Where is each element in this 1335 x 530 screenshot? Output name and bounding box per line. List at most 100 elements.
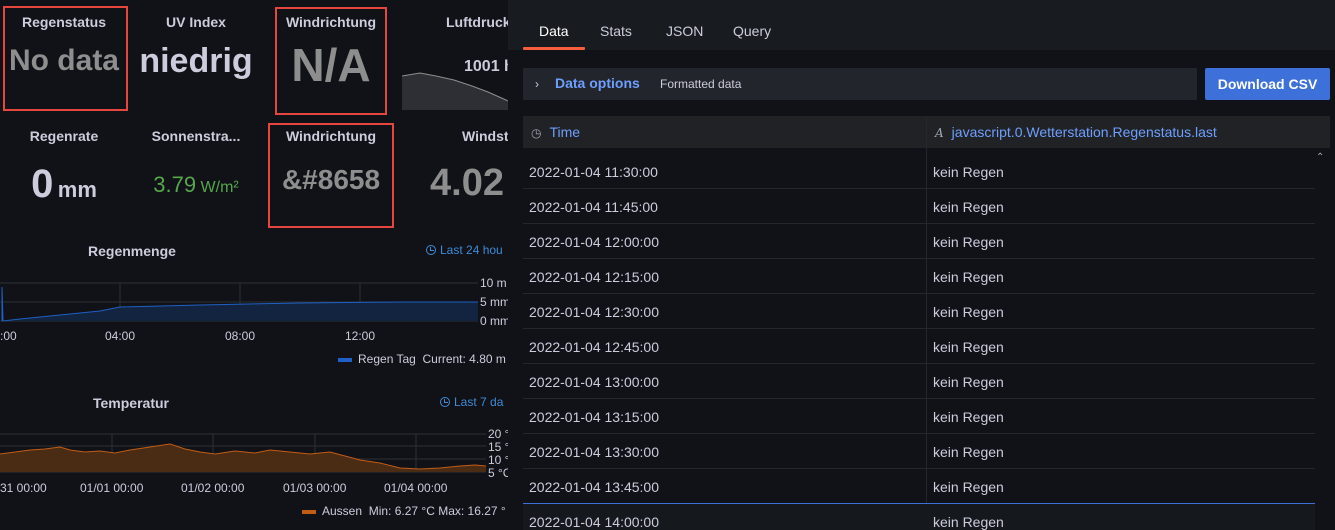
cell-value: kein Regen xyxy=(933,479,1004,495)
table-row[interactable]: 2022-01-04 13:30:00 kein Regen xyxy=(523,434,1315,469)
regenmenge-title: Regenmenge xyxy=(88,243,176,259)
legend-aussen[interactable]: Aussen Min: 6.27 °C Max: 16.27 ° xyxy=(302,504,506,518)
y-tick: 10 m xyxy=(480,276,507,290)
x-tick: 08:00 xyxy=(225,329,256,343)
stat-title: Windsta xyxy=(462,128,508,144)
cell-value: kein Regen xyxy=(933,164,1004,180)
stat-unit: mm xyxy=(57,177,97,202)
highlight-box xyxy=(3,6,128,111)
scroll-up-chevron-icon[interactable]: ⌃ xyxy=(1316,152,1324,163)
cell-value: kein Regen xyxy=(933,409,1004,425)
column-header-time[interactable]: ◷ Time xyxy=(531,124,580,140)
tab-query[interactable]: Query xyxy=(733,23,771,39)
x-tick: 01/04 00:00 xyxy=(384,481,448,495)
stat-windstaerke[interactable]: Windsta 4.02 xyxy=(420,122,508,205)
y-tick: 5 mm xyxy=(480,295,508,309)
table-row[interactable]: 2022-01-04 12:45:00 kein Regen xyxy=(523,329,1315,364)
legend-name: Regen Tag xyxy=(358,352,416,366)
stat-regenrate[interactable]: Regenrate 0 mm xyxy=(2,122,126,207)
time-range-label: Last 7 da xyxy=(454,395,504,409)
cell-time: 2022-01-04 11:45:00 xyxy=(529,199,658,215)
stat-title: Regenrate xyxy=(29,128,99,144)
cell-time: 2022-01-04 12:15:00 xyxy=(529,269,659,285)
stat-uv-index[interactable]: UV Index niedrig xyxy=(130,8,262,81)
legend-stats: Min: 6.27 °C Max: 16.27 ° xyxy=(368,504,506,518)
x-tick: 01/02 00:00 xyxy=(181,481,245,495)
x-tick: 31 00:00 xyxy=(0,481,47,495)
stat-sonnenstrahlung[interactable]: Sonnenstra... 3.79 W/m² xyxy=(130,122,262,198)
column-label: Time xyxy=(549,124,581,140)
y-tick: 10 ° xyxy=(488,453,508,467)
legend-swatch xyxy=(302,509,316,514)
table-row[interactable]: 2022-01-04 13:15:00 kein Regen xyxy=(523,399,1315,434)
highlight-box xyxy=(268,123,394,228)
legend-name: Aussen xyxy=(322,504,363,518)
table-row[interactable]: 2022-01-04 13:00:00 kein Regen xyxy=(523,364,1315,399)
legend-regen-tag[interactable]: Regen Tag Current: 4.80 m xyxy=(338,352,506,366)
legend-stats: Current: 4.80 m xyxy=(422,352,506,366)
temperatur-graph xyxy=(0,433,486,473)
stat-title: UV Index xyxy=(166,14,226,30)
cell-time: 2022-01-04 13:15:00 xyxy=(529,409,659,425)
table-row[interactable]: 2022-01-04 12:15:00 kein Regen xyxy=(523,259,1315,294)
chevron-right-icon: › xyxy=(535,77,539,91)
cell-time: 2022-01-04 14:00:00 xyxy=(529,514,659,530)
stat-title: Luftdruck xyxy=(446,14,508,30)
stat-luftdruck[interactable]: Luftdruck 1001 h xyxy=(400,8,508,76)
column-label: javascript.0.Wetterstation.Regenstatus.l… xyxy=(951,124,1217,140)
cell-time: 2022-01-04 11:30:00 xyxy=(529,164,658,180)
table-row[interactable]: 2022-01-04 13:45:00 kein Regen xyxy=(523,469,1315,504)
dashboard: Regenstatus No data UV Index niedrig Win… xyxy=(0,0,508,530)
tab-stats[interactable]: Stats xyxy=(600,23,632,39)
x-tick: 04:00 xyxy=(105,329,136,343)
data-table: ◷ Time Ajavascript.0.Wetterstation.Regens… xyxy=(523,116,1330,530)
y-tick: 0 mm xyxy=(480,314,508,328)
y-tick: 15 ° xyxy=(488,440,508,454)
clock-icon xyxy=(426,245,436,255)
x-tick: 01/03 00:00 xyxy=(283,481,347,495)
cell-time: 2022-01-04 12:30:00 xyxy=(529,304,659,320)
regenmenge-graph xyxy=(0,282,478,322)
table-row[interactable]: 2022-01-04 14:00:00 kein Regen xyxy=(523,503,1315,530)
data-options-subtitle: Formatted data xyxy=(660,77,742,91)
tab-data[interactable]: Data xyxy=(539,23,569,39)
text-type-icon: A xyxy=(935,126,944,140)
cell-value: kein Regen xyxy=(933,269,1004,285)
cell-value: kein Regen xyxy=(933,514,1004,530)
stat-value: 4.02 xyxy=(430,162,504,204)
table-row[interactable]: 2022-01-04 12:00:00 kein Regen xyxy=(523,224,1315,259)
clock-icon: ◷ xyxy=(531,126,542,140)
data-options-toggle[interactable]: › Data options Formatted data xyxy=(523,68,1197,100)
time-range-picker[interactable]: Last 7 da xyxy=(440,395,503,409)
table-row[interactable]: 2022-01-04 11:45:00 kein Regen xyxy=(523,189,1315,224)
temperatur-title: Temperatur xyxy=(93,395,169,411)
cell-time: 2022-01-04 13:30:00 xyxy=(529,444,659,460)
luftdruck-sparkline xyxy=(402,72,508,110)
x-tick: 01/01 00:00 xyxy=(80,481,144,495)
data-options-title: Data options xyxy=(555,75,640,91)
cell-value: kein Regen xyxy=(933,374,1004,390)
inspector-drawer: Data Stats JSON Query › Data options For… xyxy=(508,0,1335,530)
tab-json[interactable]: JSON xyxy=(666,23,703,39)
download-csv-button[interactable]: Download CSV xyxy=(1205,68,1330,100)
highlight-box xyxy=(275,7,387,115)
cell-value: kein Regen xyxy=(933,234,1004,250)
stat-value: 3.79 xyxy=(153,172,197,197)
cell-value: kein Regen xyxy=(933,304,1004,320)
cell-time: 2022-01-04 12:45:00 xyxy=(529,339,659,355)
time-range-label: Last 24 hou xyxy=(440,243,503,257)
cell-value: kein Regen xyxy=(933,339,1004,355)
column-header-value[interactable]: Ajavascript.0.Wetterstation.Regenstatus.… xyxy=(935,124,1217,140)
cell-value: kein Regen xyxy=(933,199,1004,215)
cell-time: 2022-01-04 13:00:00 xyxy=(529,374,659,390)
y-tick: 20 ° xyxy=(488,427,508,441)
stat-value: niedrig xyxy=(139,42,253,80)
time-range-picker[interactable]: Last 24 hou xyxy=(426,243,503,257)
legend-swatch xyxy=(338,357,352,362)
table-row[interactable]: 2022-01-04 11:30:00 kein Regen xyxy=(523,154,1315,189)
x-tick: 12:00 xyxy=(345,329,376,343)
x-tick: :00 xyxy=(0,329,17,343)
table-row[interactable]: 2022-01-04 12:30:00 kein Regen xyxy=(523,294,1315,329)
inspector-tabs: Data Stats JSON Query xyxy=(508,0,1335,50)
stat-value: 0 xyxy=(31,162,54,206)
